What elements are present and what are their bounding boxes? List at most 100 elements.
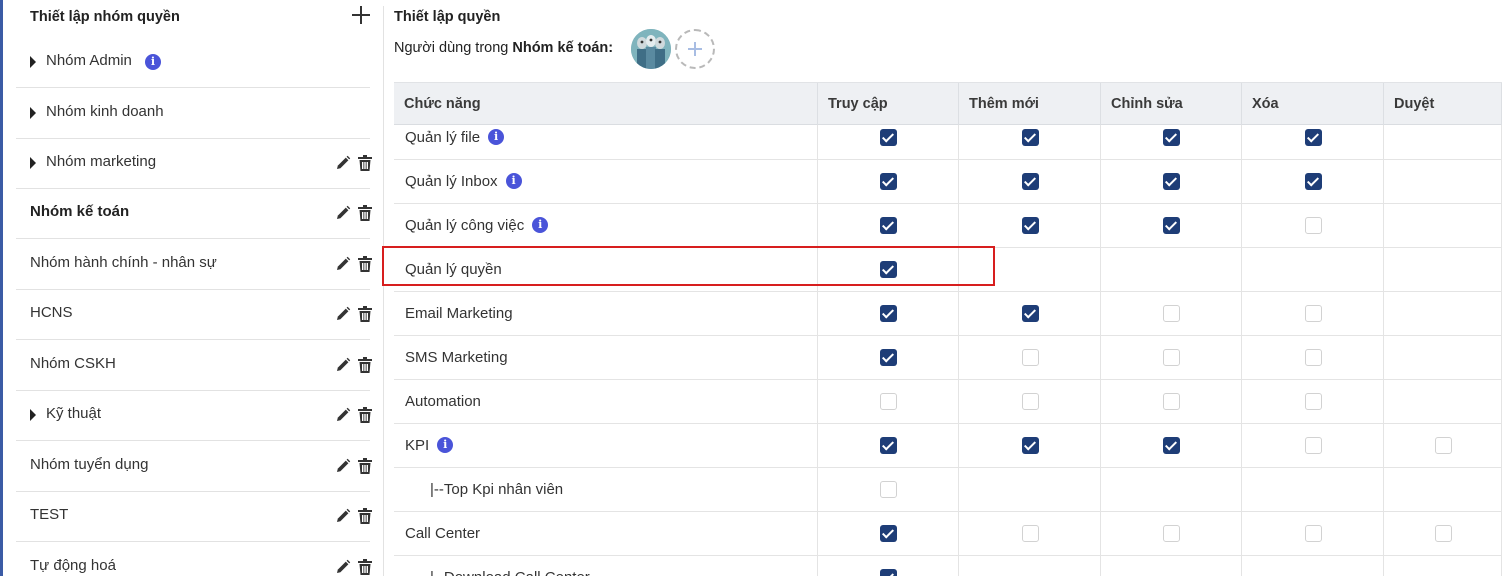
sidebar-group-item[interactable]: TEST [16,491,372,542]
permission-cell [1384,468,1502,512]
permission-cell [959,512,1101,556]
permission-cell [818,512,959,556]
edit-icon[interactable] [335,205,351,221]
edit-icon[interactable] [335,407,351,423]
user-avatar[interactable] [631,29,671,69]
checkbox-checked[interactable] [1163,437,1180,454]
edit-icon[interactable] [335,559,351,575]
checkbox-unchecked[interactable] [1305,349,1322,366]
trash-icon[interactable] [358,508,372,524]
table-header: Chức năng Truy cập Thêm mới Chỉnh sửa Xóa Duy… [394,82,1502,125]
sidebar-group-item[interactable]: Nhóm CSKH [16,340,372,391]
checkbox-unchecked[interactable] [1022,393,1039,410]
permission-cell [959,292,1101,336]
sidebar-group-item[interactable]: Nhóm marketing [16,138,372,189]
column-header: Chức năng [394,83,818,125]
trash-icon[interactable] [358,559,372,575]
table-row: Automation [394,380,1502,424]
checkbox-checked[interactable] [1022,129,1039,146]
checkbox-checked[interactable] [1163,129,1180,146]
checkbox-unchecked[interactable] [1163,349,1180,366]
checkbox-unchecked[interactable] [1022,525,1039,542]
checkbox-unchecked[interactable] [1163,525,1180,542]
checkbox-unchecked[interactable] [1022,349,1039,366]
checkbox-checked[interactable] [880,349,897,366]
checkbox-checked[interactable] [1163,217,1180,234]
edit-icon[interactable] [335,256,351,272]
checkbox-unchecked[interactable] [1305,525,1322,542]
permission-cell [1242,160,1384,204]
edit-icon[interactable] [335,508,351,524]
permission-cell [959,204,1101,248]
edit-icon[interactable] [335,306,351,322]
checkbox-checked[interactable] [1163,173,1180,190]
info-icon[interactable]: i [437,436,454,453]
function-name-cell: Quản lý Inbox i [394,160,818,204]
checkbox-unchecked[interactable] [880,393,897,410]
trash-icon[interactable] [358,357,372,373]
info-icon[interactable]: i [488,128,505,145]
sidebar-group-item[interactable]: Nhóm kinh doanh [16,88,370,139]
checkbox-unchecked[interactable] [1305,393,1322,410]
trash-icon[interactable] [358,458,372,474]
sidebar-group-item[interactable]: Kỹ thuật [16,390,372,441]
edit-icon[interactable] [335,458,351,474]
edit-icon[interactable] [335,357,351,373]
checkbox-checked[interactable] [1305,173,1322,190]
checkbox-checked[interactable] [1022,305,1039,322]
caret-right-icon[interactable] [30,157,36,169]
trash-icon[interactable] [358,256,372,272]
checkbox-checked[interactable] [1022,173,1039,190]
info-icon[interactable]: i [532,216,549,233]
permission-cell [1242,512,1384,556]
permission-cell [959,556,1101,576]
trash-icon[interactable] [358,205,372,221]
permission-cell [1101,204,1242,248]
caret-right-icon[interactable] [30,107,36,119]
checkbox-checked[interactable] [880,217,897,234]
checkbox-checked[interactable] [880,525,897,542]
checkbox-unchecked[interactable] [1305,217,1322,234]
checkbox-unchecked[interactable] [1435,437,1452,454]
checkbox-unchecked[interactable] [1435,525,1452,542]
sidebar-group-item[interactable]: Nhóm Admin i [16,37,370,88]
checkbox-unchecked[interactable] [1305,437,1322,454]
permission-cell [818,336,959,380]
trash-icon[interactable] [358,155,372,171]
checkbox-checked[interactable] [880,129,897,146]
checkbox-unchecked[interactable] [1163,393,1180,410]
permission-cell [1101,336,1242,380]
info-icon[interactable]: i [505,172,522,189]
checkbox-checked[interactable] [880,437,897,454]
sidebar-group-item[interactable]: Nhóm tuyển dụng [16,441,372,492]
table-row: Email Marketing [394,292,1502,336]
window-left-edge [0,0,3,576]
checkbox-unchecked[interactable] [1305,305,1322,322]
sidebar-group-item[interactable]: Tự động hoá [16,542,372,576]
checkbox-unchecked[interactable] [880,481,897,498]
checkbox-checked[interactable] [880,173,897,190]
sidebar-group-item[interactable]: HCNS [16,289,372,340]
trash-icon[interactable] [358,306,372,322]
add-user-button[interactable] [675,29,715,69]
trash-icon[interactable] [358,407,372,423]
function-name: KPI [405,437,430,454]
add-group-icon[interactable] [351,5,371,25]
caret-right-icon[interactable] [30,56,36,68]
sidebar-group-item[interactable]: Nhóm kế toán [16,188,372,239]
checkbox-checked[interactable] [880,305,897,322]
caret-right-icon[interactable] [30,409,36,421]
checkbox-checked[interactable] [1022,437,1039,454]
permission-cell [818,380,959,424]
permission-cell [1384,556,1502,576]
edit-icon[interactable] [335,155,351,171]
checkbox-checked[interactable] [1022,217,1039,234]
checkbox-checked[interactable] [880,569,897,576]
sidebar-group-item[interactable]: Nhóm hành chính - nhân sự [16,239,372,290]
checkbox-unchecked[interactable] [1163,305,1180,322]
checkbox-checked[interactable] [1305,129,1322,146]
info-icon[interactable]: i [145,54,161,70]
permission-cell [1242,380,1384,424]
permission-cell [1101,424,1242,468]
checkbox-checked[interactable] [880,261,897,278]
